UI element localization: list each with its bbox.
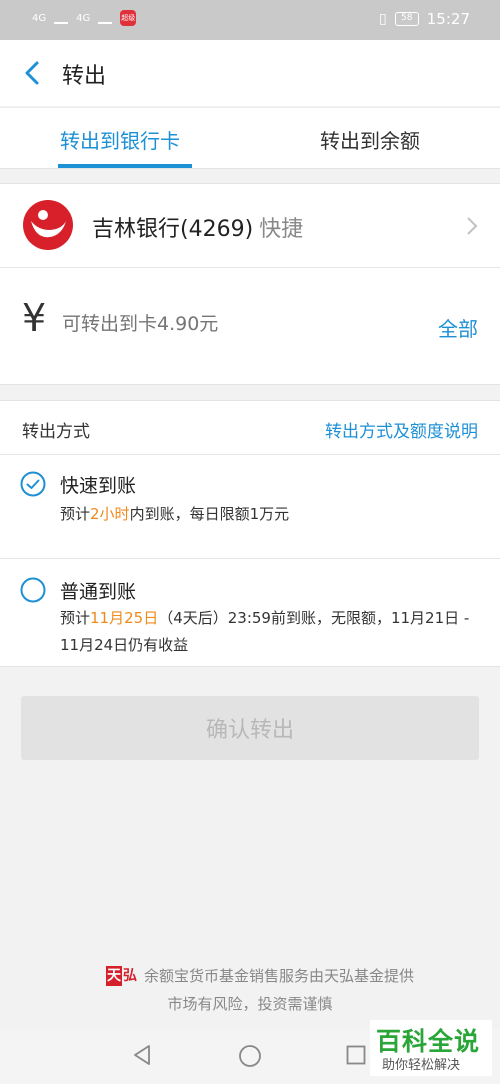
active-tab-indicator [58,164,192,168]
confirm-transfer-button[interactable]: 确认转出 [21,696,479,760]
status-time: 15:27 [426,10,470,28]
tab-bar: 转出到银行卡 转出到余额 [0,107,500,169]
option-title: 快速到账 [60,475,137,497]
battery-icon: 58 [394,12,419,26]
app-notification-icon: 超级 [120,10,137,26]
footer-text-2: 市场有风险，投资需谨慎 [167,995,333,1013]
yen-icon: ¥ [22,296,47,340]
back-arrow-icon[interactable] [18,58,48,88]
watermark-subtitle: 助你轻松解决 [382,1058,461,1073]
status-left: 4G 4G 超级 [32,10,137,26]
page-title: 转出 [62,64,107,89]
status-right: ▯ 58 15:27 [379,10,470,28]
option-description: 预计11月25日（4天后）23:59前到账，无限额，11月21日 - 11月24… [60,605,480,659]
status-bar: 4G 4G 超级 ▯ 58 15:27 [0,0,500,40]
system-recent-apps-icon[interactable] [346,1045,366,1065]
desc-prefix: 预计 [60,505,91,523]
bank-logo-icon [23,200,73,250]
radio-unchecked-icon[interactable] [20,577,46,603]
signal-icon [54,12,69,24]
desc-highlight: 11月25日 [90,609,159,627]
amount-row: ¥ 全部 [0,268,500,386]
bank-name: 吉林银行(4269) [92,217,254,242]
transfer-method-card: 转出方式 转出方式及额度说明 快速到账 预计2小时内到账，每日限额1万元 普通到… [0,400,500,667]
footer-text-1: 余额宝货币基金销售服务由天弘基金提供 [143,967,414,985]
bank-selector[interactable]: 吉林银行(4269) 快捷 [0,184,500,268]
network-label-1: 4G [32,12,47,24]
method-title: 转出方式 [22,422,90,442]
tab-to-balance[interactable]: 转出到余额 [320,125,420,154]
option-description: 预计2小时内到账，每日限额1万元 [60,501,480,528]
option-fast-arrival[interactable]: 快速到账 预计2小时内到账，每日限额1万元 [0,455,500,559]
method-info-link[interactable]: 转出方式及额度说明 [325,417,478,442]
logo-part-a: 天 [105,966,122,986]
option-title: 普通到账 [60,581,137,603]
tianhong-logo-icon: 天弘 [105,966,138,986]
signal-icon-2 [98,12,113,24]
chevron-right-icon [467,217,478,235]
vibrate-icon: ▯ [379,11,387,27]
footer-disclaimer: 天弘 余额宝货币基金销售服务由天弘基金提供 市场有风险，投资需谨慎 [0,962,500,1018]
desc-suffix: 内到账，每日限额1万元 [129,505,290,523]
footer-line-1: 天弘 余额宝货币基金销售服务由天弘基金提供 [0,962,500,990]
withdraw-all-link[interactable]: 全部 [438,313,478,342]
bank-quick-tag: 快捷 [259,217,304,242]
logo-part-b: 弘 [122,968,137,984]
watermark-badge: 百科全说 助你轻松解决 [370,1020,492,1076]
transfer-card: 吉林银行(4269)快捷 ¥ 全部 [0,183,500,385]
option-normal-arrival[interactable]: 普通到账 预计11月25日（4天后）23:59前到账，无限额，11月21日 - … [0,559,500,667]
watermark-title: 百科全说 [376,1027,481,1056]
amount-input[interactable] [62,313,402,335]
system-home-icon[interactable] [238,1044,262,1068]
network-label-2: 4G [76,12,91,24]
tab-to-bank-card[interactable]: 转出到银行卡 [60,125,180,154]
method-header: 转出方式 转出方式及额度说明 [0,401,500,455]
system-back-icon[interactable] [131,1044,153,1066]
nav-bar: 转出 [0,40,500,106]
bank-name-line: 吉林银行(4269) 快捷 [92,211,303,243]
desc-highlight: 2小时 [90,505,130,523]
radio-checked-icon[interactable] [20,471,46,497]
desc-prefix: 预计 [60,609,91,627]
